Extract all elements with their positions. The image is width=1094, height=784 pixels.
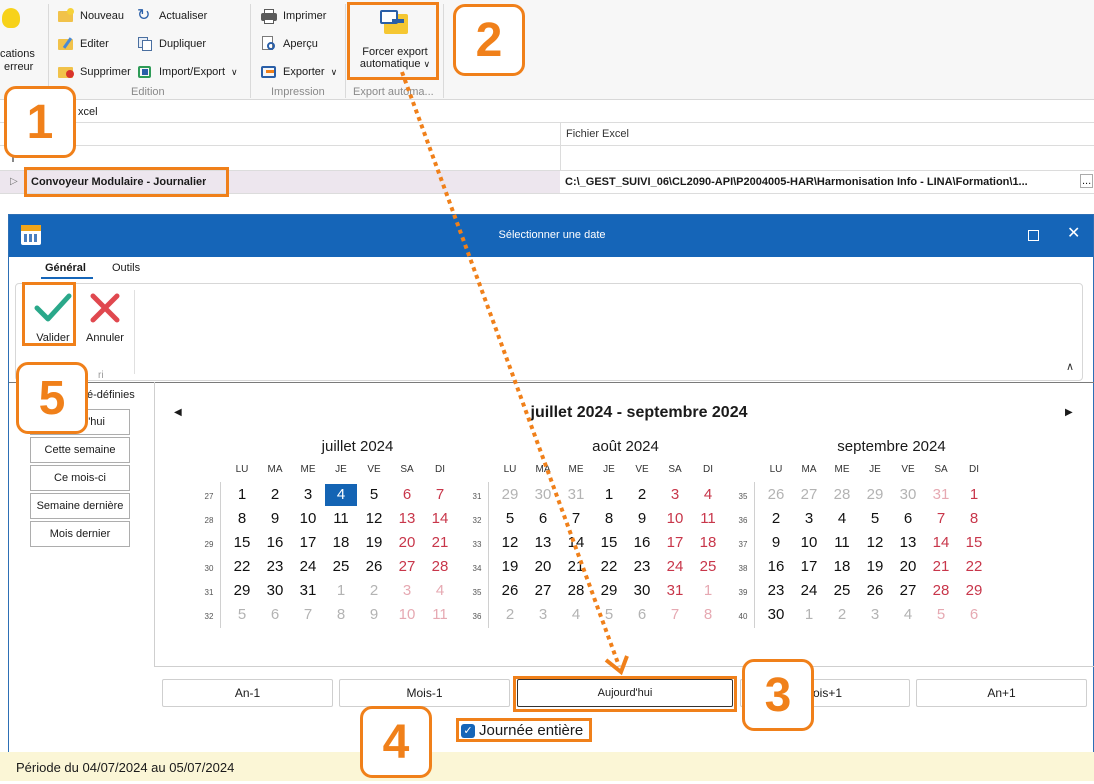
callout-1: 1: [4, 86, 76, 158]
callout-5: 5: [16, 362, 88, 434]
callout-3: 3: [742, 659, 814, 731]
callout-4: 4: [360, 706, 432, 778]
dotted-arrow: [400, 71, 629, 676]
callout-2: 2: [453, 4, 525, 76]
